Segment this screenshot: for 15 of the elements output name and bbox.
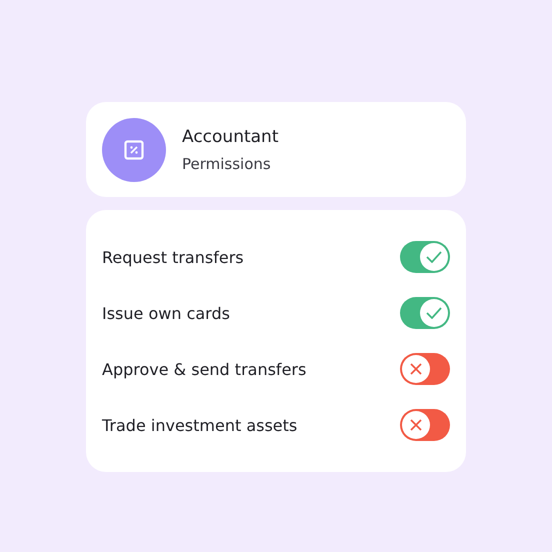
permission-label: Approve & send transfers	[102, 360, 306, 378]
check-icon	[426, 307, 442, 319]
role-subtitle: Permissions	[182, 154, 272, 172]
toggle-switch[interactable]	[400, 241, 450, 273]
permission-label: Issue own cards	[102, 304, 230, 322]
permission-label: Request transfers	[102, 248, 244, 266]
toggle-switch[interactable]	[400, 297, 450, 329]
percent-icon	[124, 140, 144, 160]
toggle-switch[interactable]	[400, 409, 450, 441]
cross-icon	[410, 363, 422, 375]
toggle-switch[interactable]	[400, 353, 450, 385]
check-icon	[426, 251, 442, 263]
cross-icon	[410, 419, 422, 431]
role-title: Accountant	[182, 126, 278, 146]
permission-label: Trade investment assets	[102, 416, 298, 434]
